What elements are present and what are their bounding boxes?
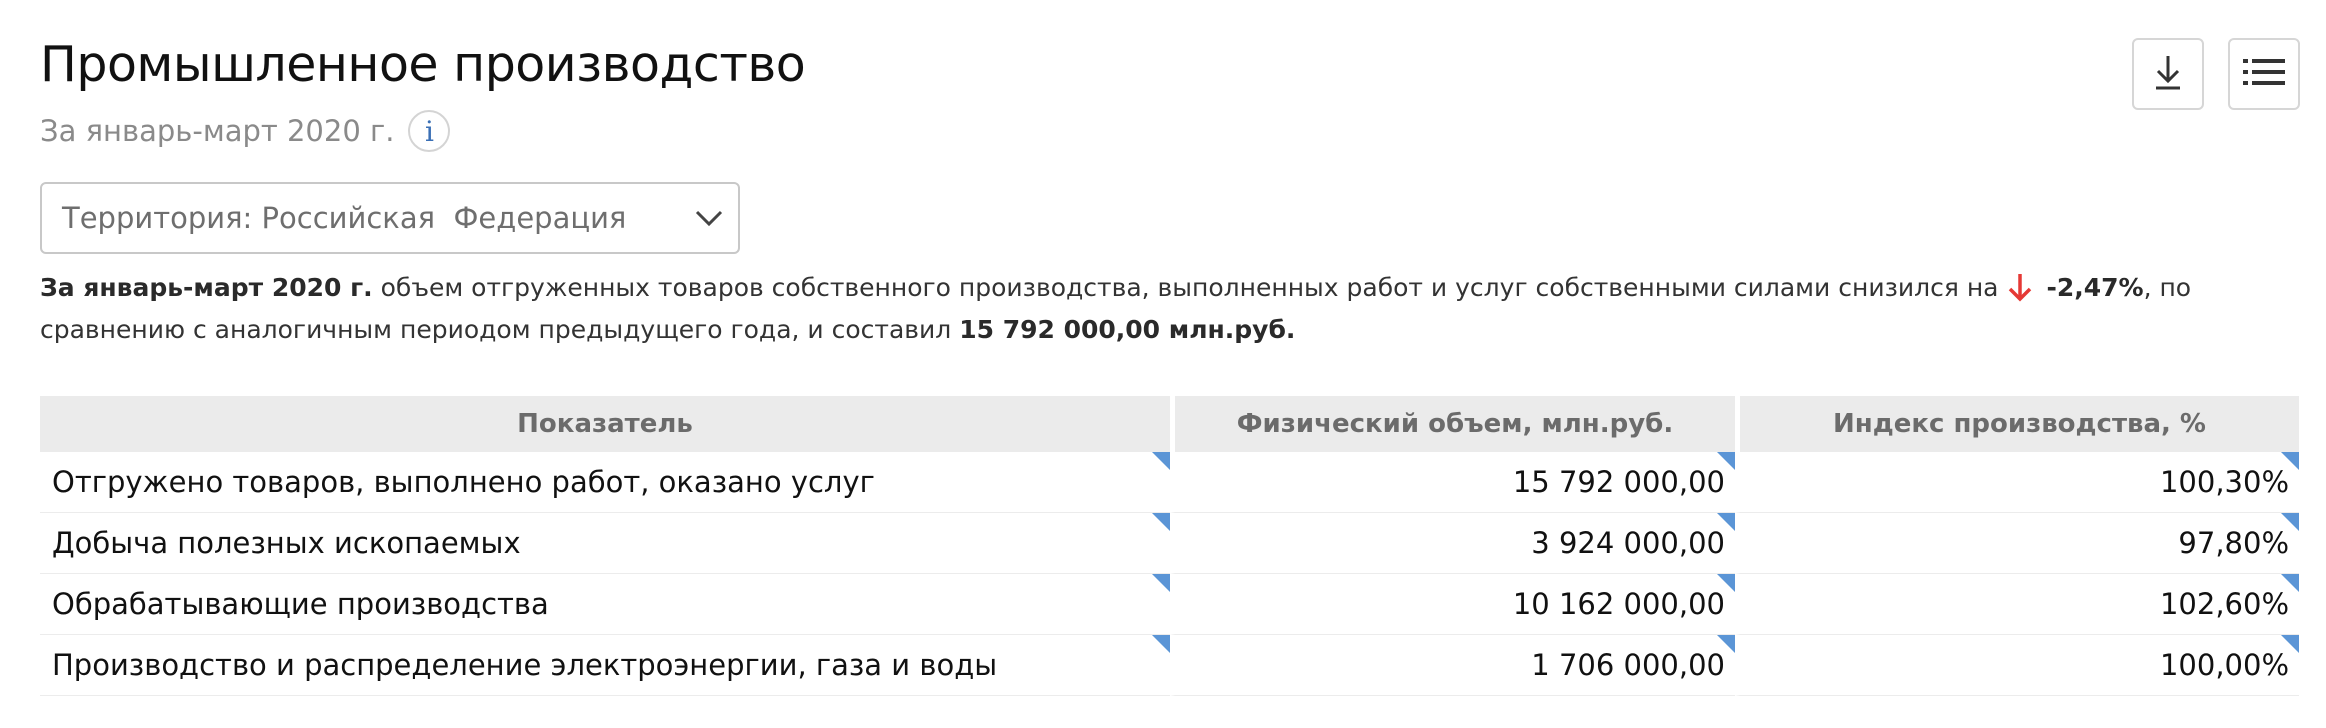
- table-row: Обрабатывающие производства 10 162 000,0…: [40, 574, 2299, 635]
- row-index: 97,80%: [2178, 526, 2289, 560]
- row-index-cell: 102,60%: [1735, 574, 2299, 635]
- top-actions: [2132, 38, 2300, 110]
- row-name: Производство и распределение электроэнер…: [52, 648, 998, 682]
- summary-text: За январь-март 2020 г. объем отгруженных…: [40, 270, 2300, 348]
- row-name-cell: Производство и распределение электроэнер…: [40, 635, 1170, 696]
- row-index-cell: 100,00%: [1735, 635, 2299, 696]
- column-header-volume[interactable]: Физический объем, млн.руб.: [1170, 396, 1735, 452]
- row-volume-cell: 1 706 000,00: [1170, 635, 1735, 696]
- row-volume: 15 792 000,00: [1512, 465, 1725, 499]
- summary-change-value: -2,47%: [2046, 273, 2144, 302]
- row-name-cell: Добыча полезных ископаемых: [40, 513, 1170, 574]
- cell-marker-icon: [1717, 574, 1735, 592]
- list-view-button[interactable]: [2228, 38, 2300, 110]
- cell-marker-icon: [1717, 513, 1735, 531]
- cell-marker-icon: [2281, 452, 2299, 470]
- row-name: Добыча полезных ископаемых: [52, 526, 521, 560]
- table-row: Отгружено товаров, выполнено работ, оказ…: [40, 452, 2299, 513]
- info-icon[interactable]: i: [408, 110, 451, 152]
- cell-marker-icon: [1717, 452, 1735, 470]
- row-index: 102,60%: [2159, 587, 2289, 621]
- row-index: 100,30%: [2159, 465, 2289, 499]
- cell-marker-icon: [1717, 635, 1735, 653]
- row-index-cell: 100,30%: [1735, 452, 2299, 513]
- summary-total-value: 15 792 000,00 млн.руб.: [959, 315, 1296, 344]
- territory-select-value: Территория: Российская Федерация: [62, 201, 627, 235]
- row-name: Отгружено товаров, выполнено работ, оказ…: [52, 465, 875, 499]
- download-icon: [2151, 52, 2185, 96]
- row-volume: 3 924 000,00: [1531, 526, 1725, 560]
- arrow-down-icon: [2007, 272, 2033, 312]
- subtitle-row: За январь-март 2020 г. i: [40, 108, 2300, 154]
- cell-marker-icon: [2281, 635, 2299, 653]
- chevron-down-icon: [639, 167, 724, 269]
- summary-text-1: объем отгруженных товаров собственного п…: [372, 273, 1999, 302]
- row-name: Обрабатывающие производства: [52, 587, 549, 621]
- cell-marker-icon: [2281, 513, 2299, 531]
- column-header-index[interactable]: Индекс производства, %: [1735, 396, 2299, 452]
- row-volume-cell: 15 792 000,00: [1170, 452, 1735, 513]
- page: Промышленное производство За январь-март…: [40, 36, 2300, 696]
- summary-period: За январь-март 2020 г.: [40, 273, 373, 302]
- row-volume-cell: 10 162 000,00: [1170, 574, 1735, 635]
- row-index: 100,00%: [2159, 648, 2289, 682]
- row-volume: 1 706 000,00: [1531, 648, 1725, 682]
- page-title: Промышленное производство: [40, 36, 806, 93]
- list-icon: [2241, 56, 2287, 92]
- cell-marker-icon: [1152, 635, 1170, 653]
- row-volume: 10 162 000,00: [1512, 587, 1725, 621]
- row-name-cell: Обрабатывающие производства: [40, 574, 1170, 635]
- cell-marker-icon: [1152, 513, 1170, 531]
- row-volume-cell: 3 924 000,00: [1170, 513, 1735, 574]
- table-header-row: Показатель Физический объем, млн.руб. Ин…: [40, 396, 2299, 452]
- territory-select[interactable]: Территория: Российская Федерация: [40, 182, 740, 254]
- row-index-cell: 97,80%: [1735, 513, 2299, 574]
- table-row: Производство и распределение электроэнер…: [40, 635, 2299, 696]
- table-row: Добыча полезных ископаемых 3 924 000,00 …: [40, 513, 2299, 574]
- cell-marker-icon: [1152, 574, 1170, 592]
- period-subtitle: За январь-март 2020 г.: [40, 114, 395, 148]
- cell-marker-icon: [1152, 452, 1170, 470]
- row-name-cell: Отгружено товаров, выполнено работ, оказ…: [40, 452, 1170, 513]
- indicators-table: Показатель Физический объем, млн.руб. Ин…: [40, 396, 2299, 696]
- download-button[interactable]: [2132, 38, 2204, 110]
- cell-marker-icon: [2281, 574, 2299, 592]
- column-header-indicator[interactable]: Показатель: [40, 396, 1170, 452]
